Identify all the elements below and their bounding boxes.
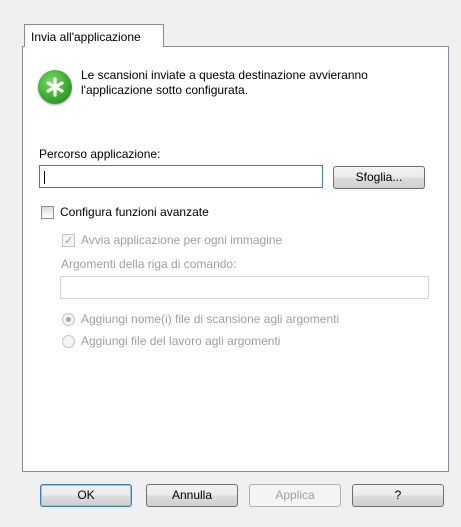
command-line-args-label: Argomenti della riga di comando: <box>61 257 237 271</box>
ok-button-label: OK <box>77 488 95 502</box>
destination-description: Le scansioni inviate a questa destinazio… <box>81 68 431 98</box>
radio-add-scan-filenames[interactable] <box>62 313 75 326</box>
application-path-input[interactable] <box>39 165 323 188</box>
launch-per-image-checkbox[interactable]: ✓ <box>62 234 75 247</box>
checkmark-icon: ✓ <box>64 235 74 247</box>
text-caret <box>44 171 45 184</box>
browse-button[interactable]: Sfoglia... <box>333 166 425 189</box>
apply-button-label: Applica <box>275 488 315 502</box>
radio-add-job-file-label: Aggiungi file del lavoro agli argomenti <box>81 334 281 348</box>
advanced-features-checkbox[interactable] <box>41 206 54 219</box>
cancel-button-label: Annulla <box>171 488 213 502</box>
radio-selected-dot <box>66 317 71 322</box>
command-line-args-input[interactable] <box>60 276 429 299</box>
ok-button[interactable]: OK <box>40 484 132 507</box>
green-asterisk-icon <box>38 70 72 104</box>
radio-add-scan-filenames-label: Aggiungi nome(i) file di scansione agli … <box>81 312 340 326</box>
application-path-label: Percorso applicazione: <box>39 147 161 161</box>
radio-add-job-file[interactable] <box>62 335 75 348</box>
tab-label: Invia all'applicazione <box>31 30 141 44</box>
scanner-destination-dialog: Invia all'applicazione Le scansioni invi… <box>0 0 461 527</box>
advanced-features-label: Configura funzioni avanzate <box>60 205 209 219</box>
help-button[interactable]: ? <box>352 484 444 507</box>
description-line-2: l'applicazione sotto configurata. <box>81 83 249 97</box>
browse-button-label: Sfoglia... <box>355 170 403 184</box>
cancel-button[interactable]: Annulla <box>146 484 238 507</box>
launch-per-image-label: Avvia applicazione per ogni immagine <box>81 233 283 247</box>
apply-button[interactable]: Applica <box>249 484 341 507</box>
tab-send-to-application[interactable]: Invia all'applicazione <box>24 24 164 47</box>
help-button-label: ? <box>394 488 402 502</box>
description-line-1: Le scansioni inviate a questa destinazio… <box>81 68 368 82</box>
